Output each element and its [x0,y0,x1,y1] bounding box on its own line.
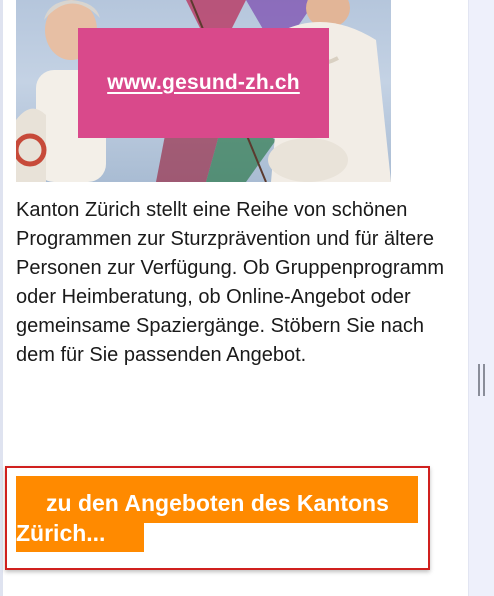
banner-url-text[interactable]: www.gesund-zh.ch [78,71,329,95]
banner-image[interactable]: www.gesund-zh.ch [16,0,391,182]
banner-url-box: www.gesund-zh.ch [78,28,329,138]
cta-label: zu den Angeboten des Kantons Zürich... [16,490,389,546]
resize-handle-icon[interactable] [478,364,486,396]
right-side-panel [468,0,494,596]
angebote-kanton-button[interactable]: zu den Angeboten des Kantons Zürich... [14,476,418,554]
program-description: Kanton Zürich stellt eine Reihe von schö… [16,199,445,366]
